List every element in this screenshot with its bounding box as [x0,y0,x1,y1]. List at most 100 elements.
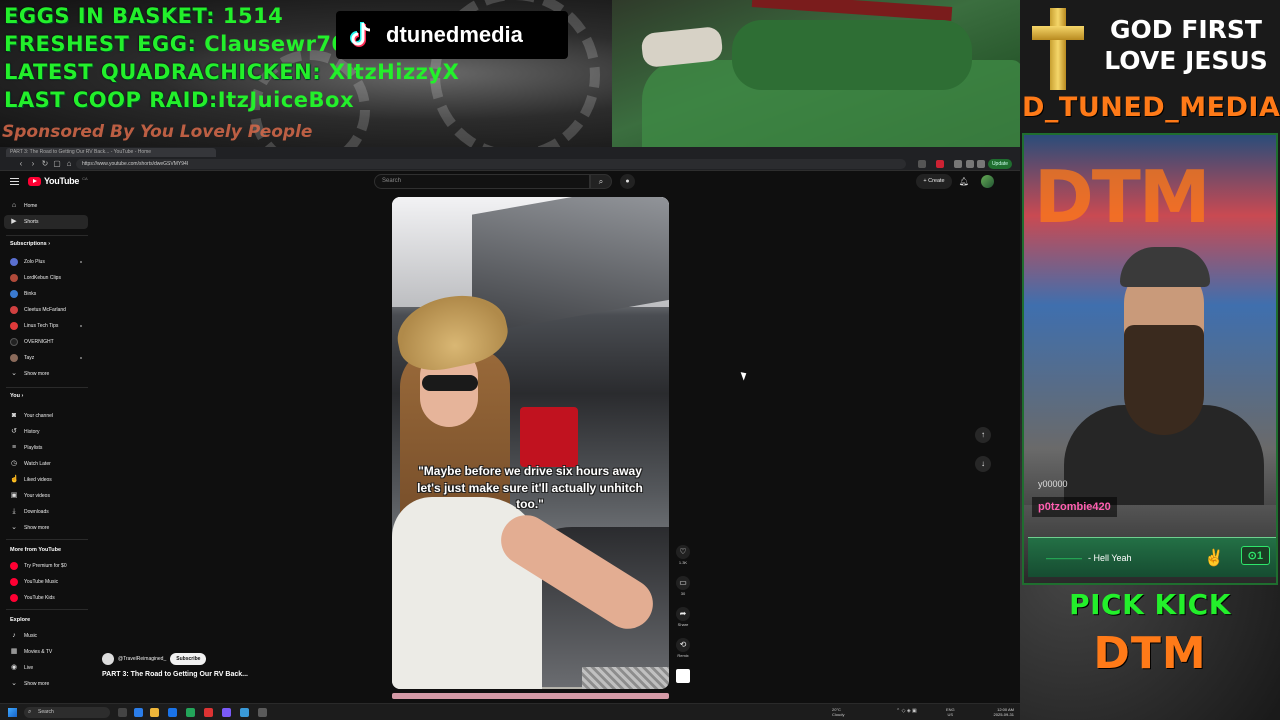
channel-handle[interactable]: @TravelReimagined_ [118,656,166,662]
sidebar-item-subscription[interactable]: Binks [4,287,88,301]
sidebar-item-subscription[interactable]: LordKebun Clips [4,271,88,285]
voice-search-button[interactable]: ● [620,174,635,189]
app-icon[interactable] [186,708,195,717]
file-explorer-icon[interactable] [150,708,159,717]
tiktok-badge: dtunedmedia [336,11,568,59]
site-info-icon[interactable]: ⌂ [64,159,74,169]
show-more-subscriptions[interactable]: ⌄ Show more [4,367,88,381]
sidebar-item-movies[interactable]: ▦ Movies & TV [4,645,88,659]
divider [6,387,88,388]
sidebar-item-watch-later[interactable]: ◷ Watch Later [4,457,88,471]
browser-tab[interactable]: PART 3: The Road to Getting Our RV Back.… [6,148,216,157]
cam-shape [732,20,972,90]
tab-bar: PART 3: The Road to Getting Our RV Back.… [0,147,1020,157]
sidebar-item-subscription[interactable]: Tayz [4,351,88,365]
share-button[interactable]: ➦ Share [673,607,693,627]
arrow-down-icon: ↓ [981,459,985,468]
sidebar-item-premium[interactable]: Try Premium for $0 [4,559,88,573]
sidebar-item-your-channel[interactable]: ◙ Your channel [4,409,88,423]
search-button[interactable]: ⌕ [590,174,612,189]
account-avatar[interactable] [981,175,994,188]
next-short-preview[interactable] [392,693,669,699]
sidebar-item-history[interactable]: ↺ History [4,425,88,439]
channel-avatar[interactable] [102,653,114,665]
back-icon[interactable]: ‹ [16,159,26,169]
sidebar-item-liked-videos[interactable]: ☝ Liked videos [4,473,88,487]
previous-short-button[interactable]: ↑ [975,427,991,443]
sidebar-item-explore-music[interactable]: ♪ Music [4,629,88,643]
shorts-icon: ▶ [11,218,17,225]
reload-icon[interactable]: ↻ [40,159,50,169]
clock-icon: ◷ [10,460,18,467]
system-tray[interactable]: ⌃ ◇ ◈ ▣ [896,708,917,714]
menu-icon[interactable] [10,178,19,186]
chat-count: 1 [1256,550,1263,562]
show-more-explore[interactable]: ⌄ Show more [4,677,88,691]
weather-widget[interactable]: 20°C Cloudy [832,707,844,717]
chat-message: ———— - Hell Yeah ✌ ⊙1 [1028,537,1276,577]
arrow-up-icon: ↑ [981,430,985,439]
forward-icon[interactable]: › [28,159,38,169]
notifications-icon[interactable]: 🔔︎ [958,175,970,188]
language-indicator[interactable]: ENG US [946,707,955,717]
app-icon[interactable] [258,708,267,717]
chrome-icon[interactable] [168,708,177,717]
stat-freshest-egg: FRESHEST EGG: Clausewr709 [4,31,362,57]
edge-icon[interactable] [134,708,143,717]
remix-button[interactable]: ⟲ Remix [673,638,693,658]
sidebar-item-subscription[interactable]: Linus Tech Tips [4,319,88,333]
sidebar-item-playlists[interactable]: ≡ Playlists [4,441,88,455]
kick-label: PICK KICK [1069,588,1231,621]
sidebar-item-your-videos[interactable]: ▣ Your videos [4,489,88,503]
youtube-kids-icon [10,594,18,602]
sidebar-item-subscription[interactable]: Zolo Plus [4,255,88,269]
subscriptions-heading[interactable]: Subscriptions › [10,241,50,247]
channel-avatar [10,354,18,362]
youtube-logo[interactable]: YouTube CA [28,176,88,186]
audio-thumbnail[interactable] [676,669,690,683]
sidebar-item-subscription[interactable]: Cleetus McFarland [4,303,88,317]
remix-icon: ⟲ [676,638,690,652]
sidebar-item-kids[interactable]: YouTube Kids [4,591,88,605]
app-icon[interactable] [222,708,231,717]
sidebar-item-subscription[interactable]: OVERNIGHT [4,335,88,349]
music-icon: ♪ [12,632,16,639]
create-button[interactable]: + Create [916,174,952,189]
extension-icon[interactable] [977,160,985,168]
url-field[interactable]: https://www.youtube.com/shorts/dweGSVMY9… [76,159,906,169]
address-bar: ‹ › ↻ ▢ ⌂ https://www.youtube.com/shorts… [0,157,1020,171]
subscribe-button[interactable]: Subscribe [170,653,207,665]
sidebar-item-label: OVERNIGHT [24,339,54,345]
shorts-video-player[interactable]: "Maybe before we drive six hours away le… [392,197,669,689]
app-icon[interactable] [204,708,213,717]
start-icon[interactable] [8,708,17,717]
next-short-button[interactable]: ↓ [975,456,991,472]
sidebar-item-label: YouTube Kids [24,595,55,601]
show-more-you[interactable]: ⌄ Show more [4,521,88,535]
sidebar-item-shorts[interactable]: ▶ Shorts [4,215,88,229]
extension-icon[interactable] [954,160,962,168]
like-button[interactable]: ♡ 1.3K [673,545,693,565]
comments-button[interactable]: ▭ 30 [673,576,693,596]
sidebar-item-music[interactable]: YouTube Music [4,575,88,589]
task-view-icon[interactable] [118,708,127,717]
sidebar-item-home[interactable]: ⌂ Home [4,199,88,213]
video-title[interactable]: PART 3: The Road to Getting Our RV Back.… [102,671,248,678]
bookmark-icon[interactable]: ▢ [52,159,62,169]
extension-icon[interactable] [918,160,926,168]
heading-label: Subscriptions [10,241,47,247]
clock[interactable]: 12:00 AM 2025-09-31 [982,707,1014,717]
sidebar-item-downloads[interactable]: ⤓ Downloads [4,505,88,519]
taskbar-search[interactable]: ⌕ Search [24,707,110,718]
sidebar-item-live[interactable]: ◉ Live [4,661,88,675]
extension-icon[interactable] [966,160,974,168]
faith-line: GOD FIRST [1110,15,1262,44]
update-button[interactable]: Update [988,159,1012,169]
sidebar-item-label: Downloads [24,509,49,515]
extension-icon[interactable] [936,160,944,168]
app-icon[interactable] [240,708,249,717]
you-heading[interactable]: You › [10,393,23,399]
youtube-play-icon [28,176,41,186]
sidebar-item-label: Show more [24,371,50,377]
search-input[interactable]: Search [374,174,590,189]
